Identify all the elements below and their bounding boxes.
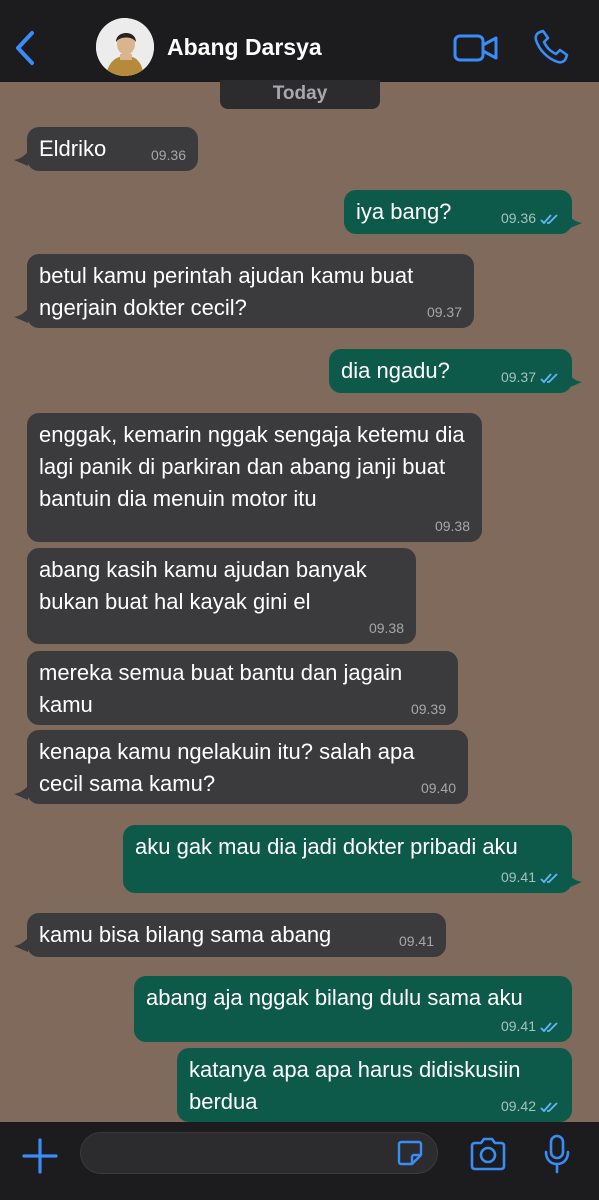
video-camera-icon[interactable] xyxy=(452,30,500,66)
avatar[interactable] xyxy=(96,18,154,76)
message-time: 09.42 xyxy=(501,1098,560,1114)
message-text: aku gak mau dia jadi dokter pribadi aku xyxy=(135,834,518,859)
bubble-tail-icon xyxy=(568,374,582,388)
bubble-tail-icon xyxy=(568,215,582,229)
message-text: kenapa kamu ngelakuin itu? salah apa cec… xyxy=(39,739,415,796)
message-bubble-incoming[interactable]: mereka semua buat bantu dan jagain kamu … xyxy=(27,651,458,725)
bubble-tail-icon xyxy=(568,874,582,888)
message-bubble-outgoing[interactable]: dia ngadu? 09.37 xyxy=(329,349,572,393)
message-bubble-incoming[interactable]: abang kasih kamu ajudan banyak bukan bua… xyxy=(27,548,416,644)
plus-icon[interactable] xyxy=(20,1136,60,1176)
message-composer xyxy=(0,1122,599,1200)
contact-name[interactable]: Abang Darsya xyxy=(167,34,322,61)
message-text: betul kamu perintah ajudan kamu buat nge… xyxy=(39,263,414,320)
message-bubble-outgoing[interactable]: aku gak mau dia jadi dokter pribadi aku … xyxy=(123,825,572,893)
message-bubble-incoming[interactable]: betul kamu perintah ajudan kamu buat nge… xyxy=(27,254,474,328)
message-text: mereka semua buat bantu dan jagain kamu xyxy=(39,660,403,717)
message-time: 09.39 xyxy=(410,701,446,717)
phone-icon[interactable] xyxy=(532,28,570,66)
message-text: kamu bisa bilang sama abang xyxy=(39,922,332,947)
message-time: 09.37 xyxy=(501,369,560,385)
message-time: 09.41 xyxy=(501,1018,560,1034)
camera-icon[interactable] xyxy=(468,1136,508,1172)
read-ticks-icon xyxy=(540,1022,558,1033)
date-divider: Today xyxy=(220,80,380,109)
read-ticks-icon xyxy=(540,214,558,225)
read-ticks-icon xyxy=(540,873,558,884)
message-bubble-outgoing[interactable]: katanya apa apa harus didiskusiin berdua… xyxy=(177,1048,572,1122)
message-time: 09.41 xyxy=(501,869,560,885)
read-ticks-icon xyxy=(540,1102,558,1113)
message-text: abang kasih kamu ajudan banyak bukan bua… xyxy=(39,557,367,614)
read-ticks-icon xyxy=(540,373,558,384)
message-time: 09.38 xyxy=(368,620,404,636)
bubble-tail-icon xyxy=(14,786,28,800)
message-bubble-incoming[interactable]: kenapa kamu ngelakuin itu? salah apa cec… xyxy=(27,730,468,804)
message-text: abang aja nggak bilang dulu sama aku xyxy=(146,985,523,1010)
message-bubble-incoming[interactable]: kamu bisa bilang sama abang 09.41 xyxy=(27,913,446,957)
message-bubble-incoming[interactable]: enggak, kemarin nggak sengaja ketemu dia… xyxy=(27,413,482,542)
bubble-tail-icon xyxy=(14,938,28,952)
message-input[interactable] xyxy=(80,1132,438,1174)
message-time: 09.40 xyxy=(420,780,456,796)
message-bubble-outgoing[interactable]: iya bang? 09.36 xyxy=(344,190,572,234)
microphone-icon[interactable] xyxy=(542,1134,572,1174)
bubble-tail-icon xyxy=(14,152,28,166)
bubble-tail-icon xyxy=(14,309,28,323)
sticker-icon[interactable] xyxy=(396,1139,424,1167)
chat-header: Abang Darsya xyxy=(0,0,599,82)
chevron-left-icon[interactable] xyxy=(10,28,40,68)
message-time: 09.36 xyxy=(501,210,560,226)
message-time: 09.38 xyxy=(434,518,470,534)
message-bubble-incoming[interactable]: Eldriko 09.36 xyxy=(27,127,198,171)
message-bubble-outgoing[interactable]: abang aja nggak bilang dulu sama aku 09.… xyxy=(134,976,572,1042)
message-time: 09.37 xyxy=(426,304,462,320)
message-time: 09.41 xyxy=(398,933,434,949)
message-text: enggak, kemarin nggak sengaja ketemu dia… xyxy=(39,422,465,511)
message-time: 09.36 xyxy=(150,147,186,163)
